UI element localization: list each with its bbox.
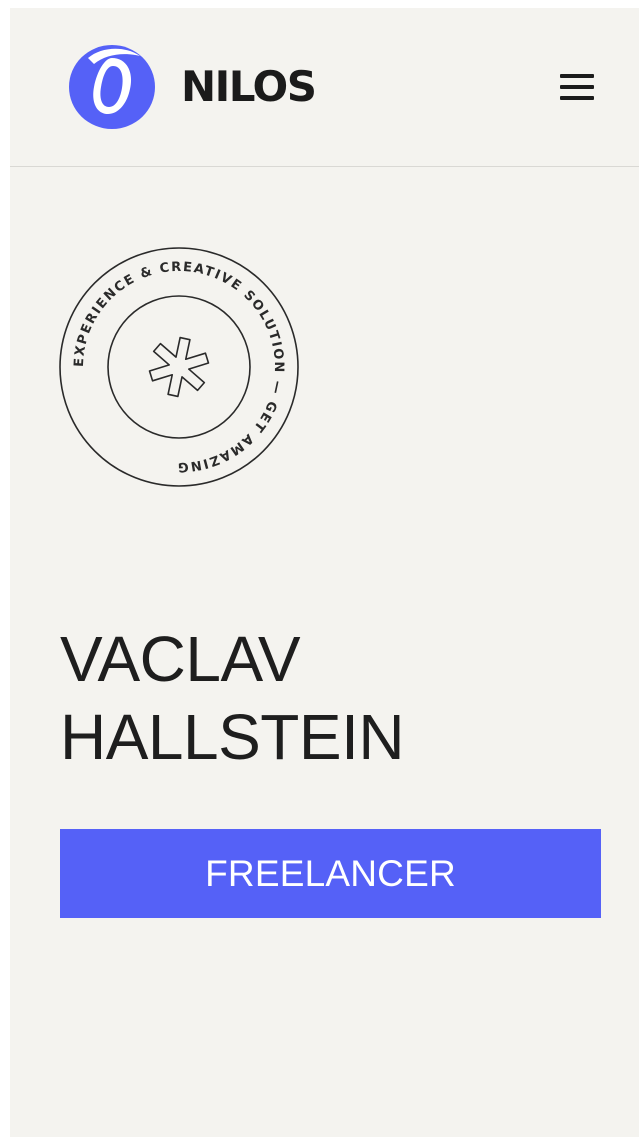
badge-ring-text: EXPERIENCE & CREATIVE SOLUTION — GET AMA… [72, 260, 286, 474]
menu-bar-middle [560, 85, 594, 89]
hero-name-last: HALLSTEIN [60, 701, 405, 773]
badge-graphic: EXPERIENCE & CREATIVE SOLUTION — GET AMA… [59, 247, 299, 487]
rotating-badge: EXPERIENCE & CREATIVE SOLUTION — GET AMA… [58, 246, 300, 488]
logo-link[interactable]: NILOS [68, 44, 317, 130]
page: NILOS EXPERIENCE & CREATIVE SOLUTION — G… [10, 8, 639, 1137]
hero-name-first: VACLAV [60, 623, 301, 695]
logo-icon [69, 45, 155, 129]
site-header: NILOS [10, 8, 639, 167]
asterisk-icon [148, 336, 210, 398]
hero-name: VACLAV HALLSTEIN [60, 620, 405, 776]
hamburger-menu-icon[interactable] [558, 72, 596, 104]
menu-bar-top [560, 74, 594, 78]
menu-bar-bottom [560, 96, 594, 100]
logo-text: NILOS [181, 62, 317, 111]
role-banner: FREELANCER [60, 829, 601, 918]
